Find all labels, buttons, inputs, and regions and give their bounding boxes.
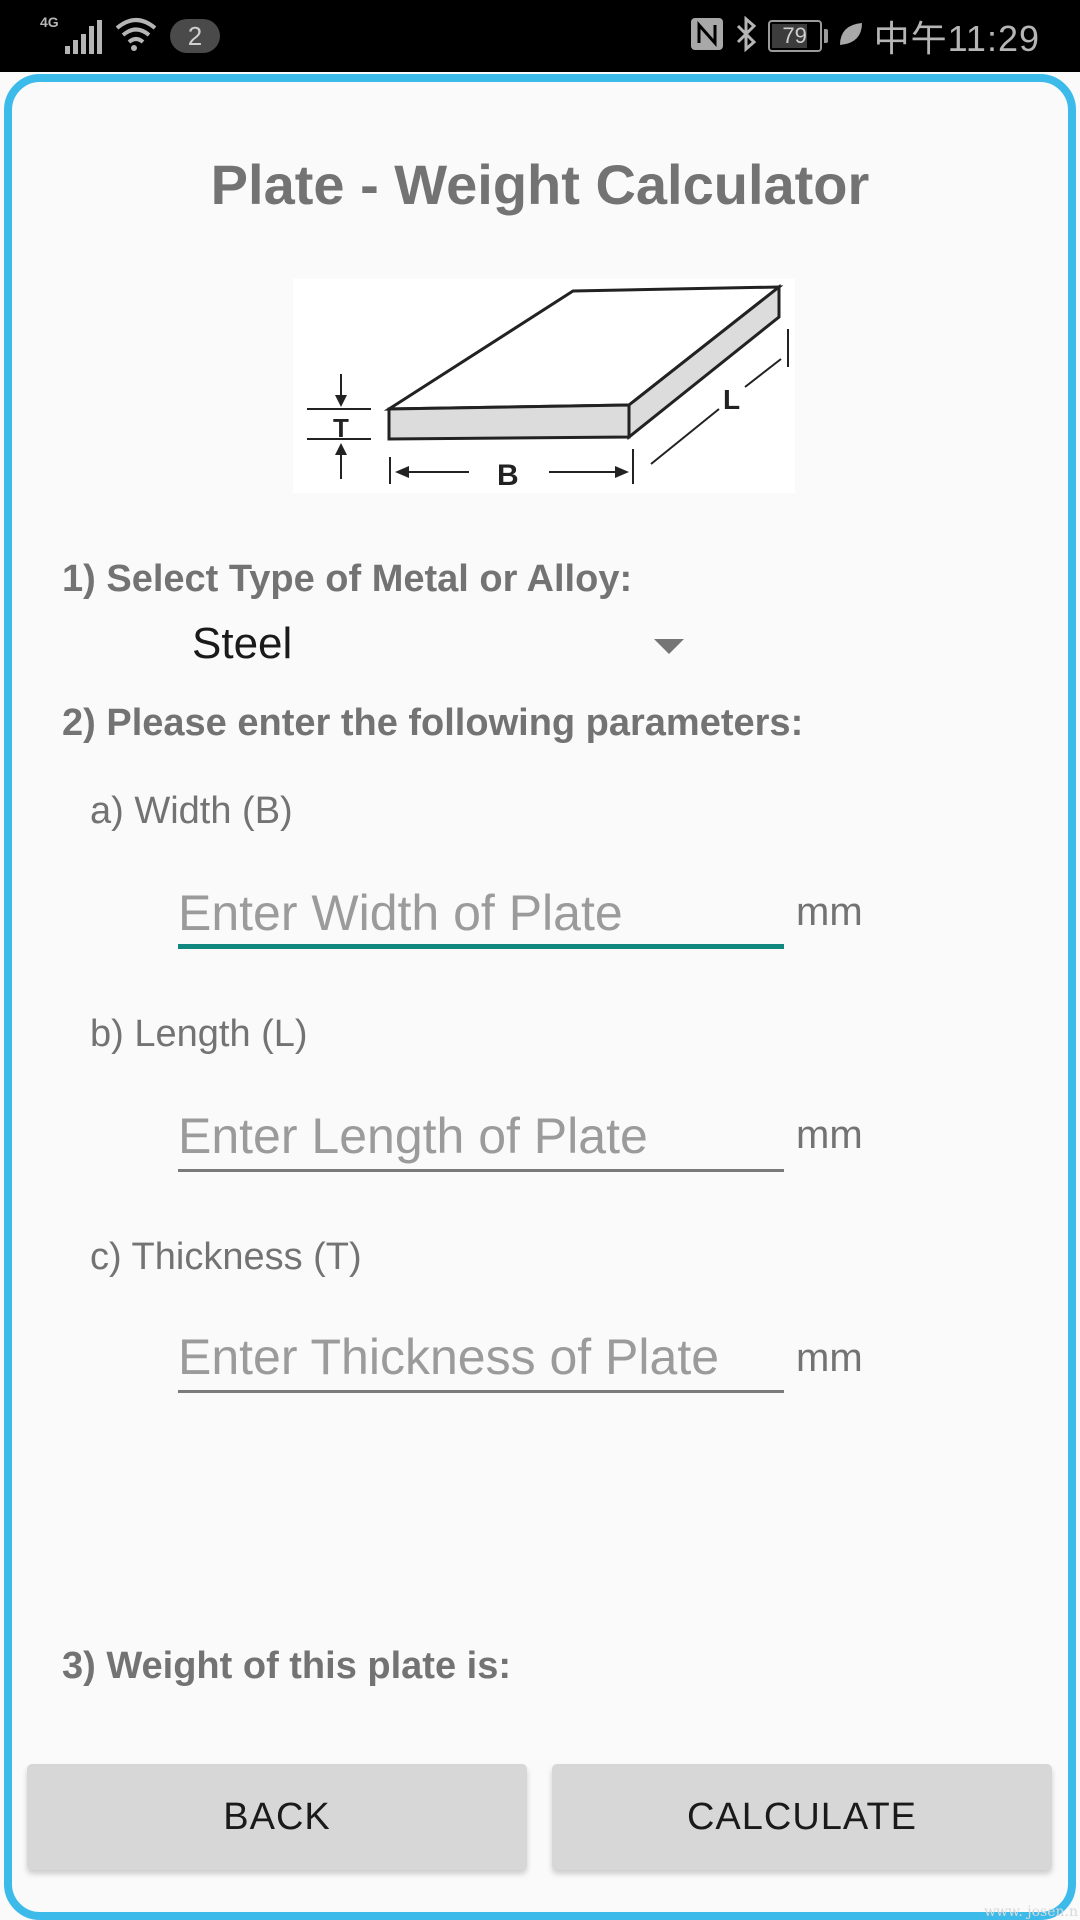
width-unit: mm <box>796 890 863 934</box>
step2-label: 2) Please enter the following parameters… <box>62 702 804 744</box>
battery-level: 79 <box>782 23 807 48</box>
power-saving-leaf-icon <box>838 21 864 52</box>
network-type: 4G <box>40 14 59 30</box>
battery-icon: 79 <box>767 20 822 52</box>
length-label: b) Length (L) <box>90 1013 308 1055</box>
thickness-field[interactable] <box>178 1327 784 1393</box>
signal-icon: 4G <box>40 14 102 54</box>
clock: 中午11:29 <box>873 18 1040 59</box>
length-underline <box>178 1169 784 1172</box>
step3-label: 3) Weight of this plate is: <box>62 1645 511 1687</box>
battery-tip <box>823 29 828 43</box>
width-underline <box>178 944 784 949</box>
nfc-icon <box>690 17 724 56</box>
wifi-icon <box>114 16 158 57</box>
metal-type-selected: Steel <box>192 619 293 668</box>
dropdown-arrow-icon <box>654 639 684 654</box>
thickness-unit: mm <box>796 1336 863 1380</box>
thickness-underline <box>178 1390 784 1393</box>
thickness-input[interactable] <box>178 1327 784 1387</box>
width-input[interactable] <box>178 883 784 943</box>
plate-diagram: T B L <box>293 279 795 493</box>
watermark: www. josen.n <box>984 1904 1078 1920</box>
diagram-label-t: T <box>333 413 349 443</box>
length-input[interactable] <box>178 1106 784 1166</box>
status-bar: 4G 2 79 中午11:29 <box>0 0 1080 72</box>
metal-type-dropdown[interactable]: Steel <box>192 619 692 679</box>
diagram-label-l: L <box>723 384 740 415</box>
diagram-label-b: B <box>497 459 519 492</box>
bluetooth-icon <box>734 15 758 57</box>
notification-count-badge: 2 <box>170 19 220 53</box>
calculate-button[interactable]: CALCULATE <box>552 1764 1052 1870</box>
page-title: Plate - Weight Calculator <box>210 153 870 216</box>
length-unit: mm <box>796 1113 863 1157</box>
length-field[interactable] <box>178 1106 784 1172</box>
width-label: a) Width (B) <box>90 790 293 832</box>
width-field[interactable] <box>178 883 784 949</box>
thickness-label: c) Thickness (T) <box>90 1236 362 1278</box>
step1-label: 1) Select Type of Metal or Alloy: <box>62 558 633 600</box>
calculator-card: Plate - Weight Calculator T B L 1) Selec… <box>4 74 1076 1920</box>
back-button[interactable]: BACK <box>27 1764 527 1870</box>
